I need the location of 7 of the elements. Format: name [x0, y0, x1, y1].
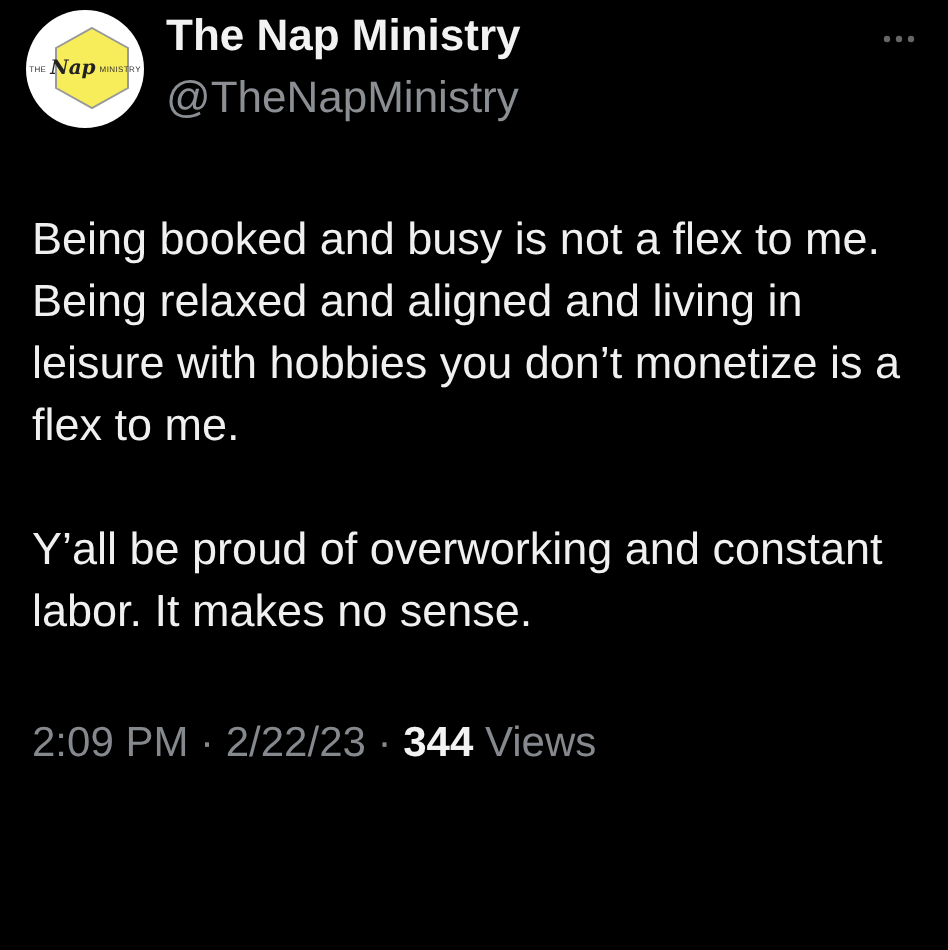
tweet-text: Being relaxed and aligned and living in leisure with hobbies you don’t monetize is a flex to me.: [32, 274, 902, 454]
tweet-text: Y’all be proud of overworking and constant labor. It makes no sense.: [32, 522, 885, 640]
author-handle[interactable]: @TheNapMinistry: [166, 72, 860, 124]
tweet-meta: 2:09 PM · 2/22/23 · 344 Views: [32, 720, 599, 768]
more-icon[interactable]: [882, 34, 916, 44]
tweet-text: Being booked and busy is not a flex to me.: [32, 212, 883, 268]
author-name[interactable]: The Nap Ministry: [166, 10, 860, 62]
